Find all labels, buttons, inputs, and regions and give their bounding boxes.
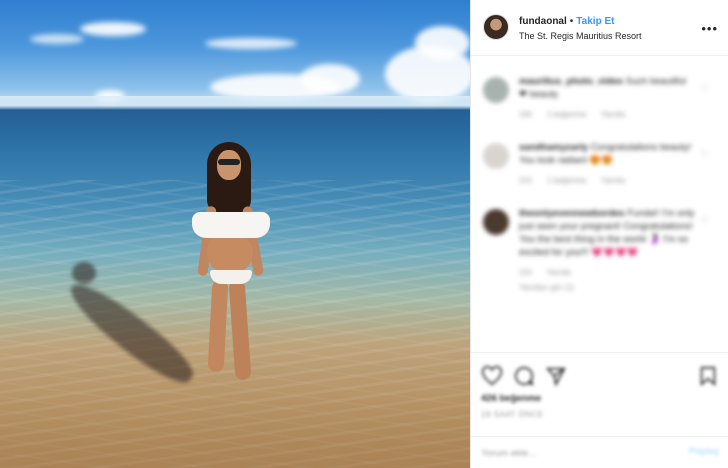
location-link[interactable]: The St. Regis Mauritius Resort: [519, 31, 642, 41]
cloud: [80, 22, 146, 36]
comment-time: 21h: [519, 268, 533, 277]
comment-text: maurilius_photo_video Such beautiful ❤ b…: [519, 75, 695, 101]
comment-username[interactable]: theonlyevennewbordes: [519, 208, 625, 219]
cloud: [415, 26, 470, 60]
post-actions: 426 beğenme 18 SAAT ÖNCE: [471, 352, 728, 436]
bookmark-icon[interactable]: [697, 365, 719, 387]
username-link[interactable]: fundaonal: [519, 16, 567, 27]
comment-item: sandhamyzarty Congratulations beauty! Yo…: [481, 141, 719, 185]
comment-meta: 21h 1 beğenme Yanıtla: [519, 176, 695, 185]
heart-icon[interactable]: [481, 365, 503, 387]
leg: [207, 279, 229, 373]
commenter-avatar[interactable]: [483, 143, 509, 169]
comment-item: maurilius_photo_video Such beautiful ❤ b…: [481, 75, 719, 119]
post-comment-button[interactable]: Paylaş: [689, 446, 719, 457]
comment-username[interactable]: sandhamyzarty: [519, 142, 588, 153]
commenter-avatar[interactable]: [483, 209, 509, 235]
follow-button[interactable]: Takip Et: [576, 16, 614, 27]
comment-time: 21h: [519, 176, 533, 185]
comment-text: sandhamyzarty Congratulations beauty! Yo…: [519, 141, 695, 167]
leg: [228, 279, 252, 381]
commenter-avatar[interactable]: [483, 77, 509, 103]
comments-list[interactable]: maurilius_photo_video Such beautiful ❤ b…: [471, 57, 728, 352]
post-header: fundaonal • Takip Et The St. Regis Mauriti…: [471, 0, 728, 56]
post-photo[interactable]: [0, 0, 470, 468]
belly: [207, 234, 253, 274]
likes-count[interactable]: 426 beğenme: [481, 393, 541, 404]
cloud: [300, 64, 360, 94]
comment-item: theonlyevennewbordes Funda!! I'm only ju…: [481, 207, 719, 292]
comment-meta: 19h 1 beğenme Yanıtla: [519, 110, 695, 119]
face: [217, 150, 241, 180]
comment-meta: 21h Yanıtla: [519, 268, 695, 277]
comment-likes[interactable]: 1 beğenme: [547, 110, 587, 119]
share-icon[interactable]: [545, 365, 567, 387]
add-comment-bar: Paylaş: [471, 436, 728, 468]
avatar[interactable]: [483, 14, 509, 40]
comment-heart-icon[interactable]: ♡: [701, 83, 709, 94]
sunglasses: [218, 159, 240, 165]
comment-likes[interactable]: 1 beğenme: [547, 176, 587, 185]
reply-button[interactable]: Yanıtla: [601, 110, 625, 119]
more-horizontal-icon[interactable]: •••: [701, 22, 718, 35]
header-line: fundaonal • Takip Et: [519, 16, 614, 27]
swimsuit-top: [192, 212, 270, 238]
comment-meta: Yanıtları gör (1): [519, 283, 695, 292]
cloud: [205, 38, 297, 49]
reply-button[interactable]: Yanıtla: [546, 268, 570, 277]
horizon: [0, 96, 470, 110]
woman-figure: [190, 140, 272, 390]
reply-button[interactable]: Yanıtla: [601, 176, 625, 185]
post-time: 18 SAAT ÖNCE: [481, 410, 544, 419]
figure-shadow-head: [72, 262, 96, 284]
comment-username[interactable]: maurilius_photo_video: [519, 76, 623, 87]
comment-heart-icon[interactable]: ♡: [701, 149, 709, 160]
swimsuit-bottom: [210, 270, 252, 284]
separator-dot: •: [569, 16, 574, 27]
post-sidebar: fundaonal • Takip Et The St. Regis Mauriti…: [470, 0, 728, 468]
comment-heart-icon[interactable]: ♡: [701, 215, 709, 226]
comment-time: 19h: [519, 110, 533, 119]
cloud: [30, 34, 84, 44]
comment-input[interactable]: [481, 445, 661, 461]
comment-icon[interactable]: [513, 365, 535, 387]
comment-text: theonlyevennewbordes Funda!! I'm only ju…: [519, 207, 695, 259]
view-replies-button[interactable]: Yanıtları gör (1): [519, 283, 574, 292]
